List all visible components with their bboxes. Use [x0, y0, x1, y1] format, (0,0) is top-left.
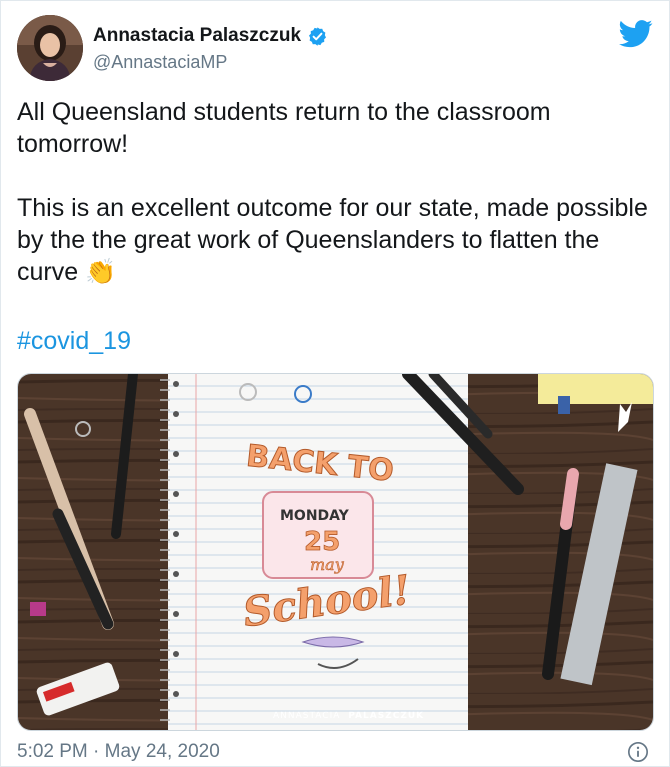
watermark-first: ANNASTACIA — [273, 711, 340, 721]
image-day: MONDAY — [280, 508, 350, 524]
avatar[interactable] — [17, 15, 83, 81]
verified-icon — [309, 26, 327, 46]
author-handle[interactable]: @AnnastaciaMP — [93, 52, 328, 73]
image-date: 25 — [304, 527, 340, 557]
tweet-timestamp[interactable]: 5:02 PM · May 24, 2020 — [17, 741, 220, 763]
author-display-name[interactable]: Annastacia Palaszczuk — [93, 25, 328, 47]
svg-text:ANNASTACIA PALASZCZUK: ANNASTACIA PALASZCZUK — [273, 711, 424, 721]
tweet-card: Annastacia Palaszczuk @AnnastaciaMP All … — [0, 0, 670, 767]
tweet-media-image[interactable]: BACK TO MONDAY 25 may School! ANNASTACIA… — [17, 373, 654, 731]
twitter-bird-icon[interactable] — [619, 19, 653, 49]
info-icon[interactable] — [627, 741, 649, 763]
image-month: may — [310, 555, 345, 574]
hashtag-link[interactable]: #covid_19 — [17, 327, 131, 356]
tweet-text: All Queensland students return to the cl… — [17, 98, 648, 286]
display-name-text[interactable]: Annastacia Palaszczuk — [93, 25, 301, 47]
watermark-last: PALASZCZUK — [348, 711, 424, 721]
author-names: Annastacia Palaszczuk @AnnastaciaMP — [93, 25, 328, 73]
tweet-header: Annastacia Palaszczuk @AnnastaciaMP — [17, 15, 653, 85]
